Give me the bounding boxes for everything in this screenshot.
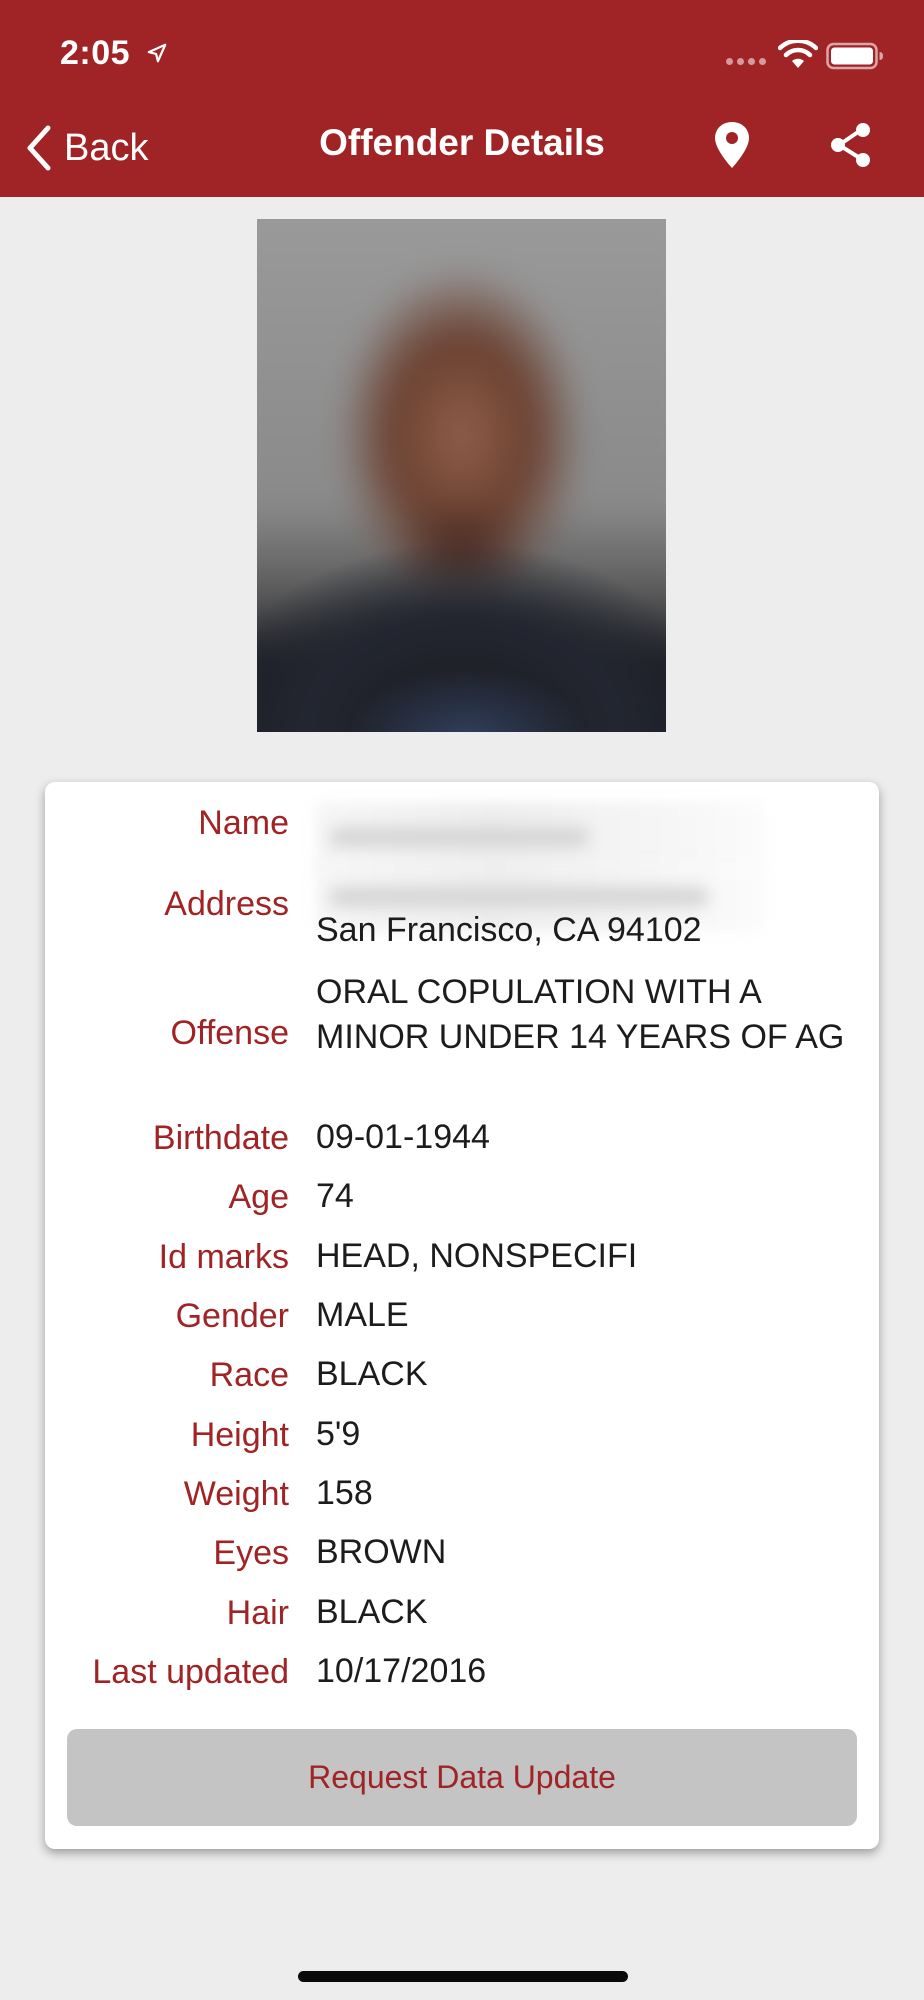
age-value: 74 — [316, 1177, 354, 1215]
gender-label: Gender — [175, 1297, 289, 1335]
status-time: 2:05 — [60, 34, 131, 72]
last-updated-label: Last updated — [92, 1653, 289, 1691]
location-arrow-icon — [147, 43, 167, 63]
hair-label: Hair — [226, 1594, 289, 1632]
map-pin-icon[interactable] — [712, 120, 752, 170]
cellular-signal-icon — [726, 58, 766, 65]
offense-value: ORAL COPULATION WITH A MINOR UNDER 14 YE… — [316, 973, 845, 1056]
id-marks-label: Id marks — [158, 1238, 289, 1276]
app-header: 2:05 Back Offender Details — [0, 0, 924, 197]
height-value: 5'9 — [316, 1415, 361, 1453]
birthdate-label: Birthdate — [152, 1119, 289, 1157]
share-icon[interactable] — [828, 122, 874, 168]
last-updated-value: 10/17/2016 — [316, 1652, 487, 1690]
details-card: Name Address San Francisco, CA 94102 Off… — [45, 782, 879, 1849]
address-city-value: San Francisco, CA 94102 — [316, 911, 702, 949]
weight-value: 158 — [316, 1474, 373, 1512]
id-marks-value: HEAD, NONSPECIFI — [316, 1237, 638, 1275]
wifi-icon — [778, 40, 818, 68]
race-label: Race — [209, 1356, 289, 1394]
age-label: Age — [228, 1178, 290, 1216]
offender-photo — [257, 219, 666, 732]
race-value: BLACK — [316, 1355, 428, 1393]
address-label: Address — [164, 885, 289, 923]
gender-value: MALE — [316, 1296, 409, 1334]
weight-label: Weight — [183, 1475, 289, 1513]
battery-icon — [826, 42, 883, 70]
name-label: Name — [198, 804, 289, 842]
request-data-update-button[interactable]: Request Data Update — [67, 1729, 857, 1826]
offense-label: Offense — [170, 1014, 289, 1052]
home-indicator — [298, 1971, 628, 1982]
chevron-left-icon — [27, 125, 51, 171]
back-button[interactable]: Back — [24, 120, 148, 176]
eyes-value: BROWN — [316, 1533, 447, 1571]
birthdate-value: 09-01-1944 — [316, 1118, 490, 1156]
eyes-label: Eyes — [213, 1534, 289, 1572]
hair-value: BLACK — [316, 1593, 428, 1631]
back-label: Back — [64, 126, 149, 169]
height-label: Height — [190, 1416, 289, 1454]
